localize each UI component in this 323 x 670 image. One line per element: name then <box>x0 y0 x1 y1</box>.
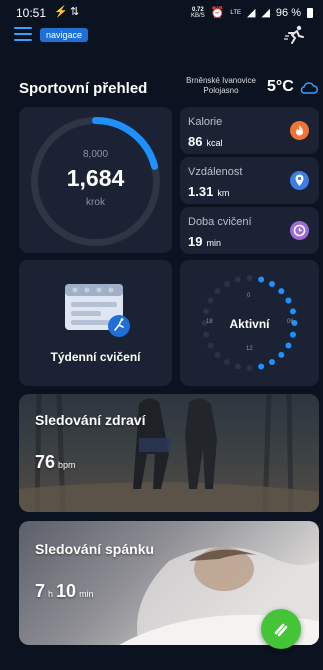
activity-hour-dot <box>285 297 292 304</box>
heart-rate: 76 bpm <box>35 452 79 473</box>
page-title: Sportovní přehled <box>19 80 148 97</box>
activity-tick-12: 12 <box>246 346 253 352</box>
activity-hour-dot <box>246 365 253 371</box>
activity-tick-0: 0 <box>247 293 251 299</box>
exercise-time-card[interactable]: Doba cvičení 19 min <box>180 207 319 254</box>
status-bar: 10:51 ⚡ ⇅ 0.72 KB/S ⏰ LTE ◢ ◢ 96 % <box>0 0 323 24</box>
activity-hour-dot <box>203 308 210 315</box>
battery-percent: 96 % <box>275 6 301 19</box>
activity-hour-dot <box>203 331 210 338</box>
location-pin-icon <box>290 171 309 190</box>
steps-card[interactable]: 8,000 1,684 krok <box>19 107 172 253</box>
distance-card[interactable]: Vzdálenost 1.31 km <box>180 157 319 204</box>
activity-hour-dot <box>207 297 214 304</box>
network-speed: 0.72 KB/S <box>191 7 205 19</box>
activity-card[interactable]: 0 06 12 18 Aktivní <box>180 260 319 386</box>
activity-hour-dot <box>278 351 285 358</box>
metric-value: 1.31 km <box>188 184 229 199</box>
weather-location: Brněnské Ivanovice Polojasno <box>185 76 257 96</box>
steps-unit: krok <box>86 197 105 208</box>
activity-hour-dot <box>285 342 292 349</box>
weekly-exercise-label: Týdenní cvičení <box>50 350 141 364</box>
clock-icon <box>290 221 309 240</box>
activity-hour-dot <box>234 276 241 283</box>
activity-hour-dot <box>246 275 253 281</box>
weather-condition: Polojasno <box>203 86 239 95</box>
temperature: 5°C <box>267 78 294 95</box>
health-tracking-card[interactable]: Sledování zdraví 76 bpm <box>19 394 319 512</box>
activity-hour-dot <box>269 281 275 288</box>
metric-label: Kalorie <box>188 116 223 128</box>
activity-hour-dot <box>224 281 230 288</box>
calendar-runner-icon <box>65 284 130 337</box>
activity-hour-dot <box>234 363 241 370</box>
activity-hour-dot <box>289 331 296 338</box>
calories-card[interactable]: Kalorie 86 kcal <box>180 107 319 154</box>
metric-label: Doba cvičení <box>188 216 252 228</box>
battery-icon <box>307 7 313 18</box>
activity-hour-dot <box>258 276 265 283</box>
distance-unit: km <box>217 188 230 198</box>
location-name: Brněnské Ivanovice <box>186 76 256 85</box>
status-right: 0.72 KB/S ⏰ LTE ◢ ◢ 96 % <box>191 6 313 19</box>
stripes-icon <box>274 623 288 637</box>
metric-label: Vzdálenost <box>188 166 243 178</box>
sleep-duration: 7 h 10 min <box>35 581 97 602</box>
sleep-title: Sledování spánku <box>35 541 155 557</box>
sleep-minutes: 10 <box>56 581 77 601</box>
activity-hour-dot <box>278 288 285 295</box>
calories-value: 86 <box>188 134 203 149</box>
network-speed-unit: KB/S <box>191 12 205 19</box>
metric-value: 19 min <box>188 234 221 249</box>
health-title: Sledování zdraví <box>35 412 146 428</box>
fire-icon <box>290 121 309 140</box>
activity-hour-dot <box>224 358 230 365</box>
cloud-icon <box>300 81 318 99</box>
calories-unit: kcal <box>206 138 223 148</box>
signal-icon-2: ◢ <box>261 7 270 19</box>
hamburger-menu-icon[interactable] <box>14 27 32 41</box>
runner-icon[interactable] <box>283 24 307 52</box>
activity-hour-dot <box>207 342 214 349</box>
exercise-time-value: 19 <box>188 234 203 249</box>
sleep-minutes-unit: min <box>79 589 94 599</box>
weekly-exercise-card[interactable]: Týdenní cvičení <box>19 260 172 386</box>
navigation-badge[interactable]: navigace <box>40 28 89 42</box>
heart-rate-unit: bpm <box>58 460 76 470</box>
status-time: 10:51 <box>16 6 47 20</box>
heart-rate-value: 76 <box>35 452 56 472</box>
steps-value: 1,684 <box>66 165 125 191</box>
activity-hour-dot <box>289 308 296 315</box>
signal-icon: ◢ <box>246 7 256 19</box>
activity-hour-dot <box>214 288 221 295</box>
metric-value: 86 kcal <box>188 134 222 149</box>
sleep-hours: 7 <box>35 581 46 601</box>
exercise-time-unit: min <box>206 238 221 248</box>
activity-hour-dot <box>269 358 275 365</box>
network-notification-icon: ⇅ <box>70 6 80 18</box>
alarm-icon: ⏰ <box>210 7 225 19</box>
flash-notification-icon: ⚡ <box>54 6 68 18</box>
start-workout-button[interactable] <box>261 609 301 649</box>
lte-label: LTE <box>230 9 241 16</box>
activity-label: Aktivní <box>229 317 270 331</box>
activity-hour-dot <box>214 351 221 358</box>
sleep-hours-unit: h <box>48 589 54 599</box>
activity-hour-dot <box>258 363 265 370</box>
steps-goal: 8,000 <box>82 149 109 160</box>
distance-value: 1.31 <box>188 184 214 199</box>
